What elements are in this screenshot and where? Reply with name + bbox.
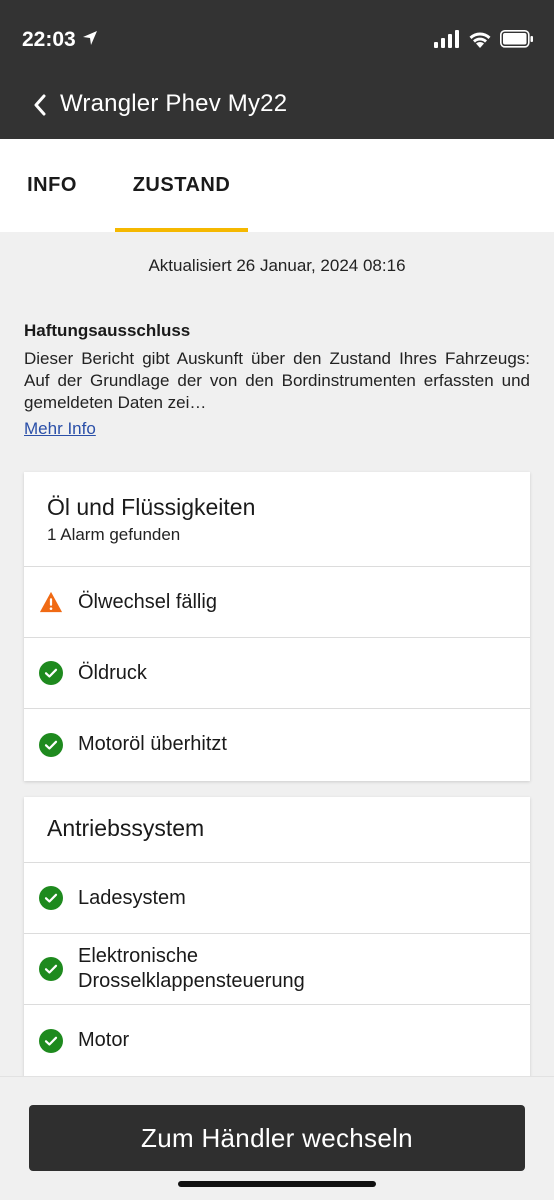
disclaimer-title: Haftungsausschluss [24,321,191,340]
status-icons [434,30,534,53]
section-card-drivetrain: Antriebssystem Ladesystem Elektronische … [24,797,530,1087]
section-card-oil-fluids: Öl und Flüssigkeiten 1 Alarm gefunden Öl… [24,472,530,781]
tab-zustand[interactable]: ZUSTAND [115,139,248,232]
section-alarm-count: 1 Alarm gefunden [47,525,181,544]
app-header: 22:03 Wrangler Phev My22 [0,0,554,139]
warning-triangle-icon [39,590,63,614]
status-row-label: Elektronische Drosselklappensteuerung [78,945,305,992]
wifi-icon [468,30,492,53]
check-circle-icon [39,957,63,981]
status-row-label: Ladesystem [78,886,186,909]
active-tab-indicator [115,228,248,232]
updated-timestamp: Aktualisiert 26 Januar, 2024 08:16 [148,256,406,275]
status-row-label: Motoröl überhitzt [78,733,227,755]
battery-icon [500,30,534,53]
tab-info[interactable]: INFO [10,139,94,232]
section-title: Öl und Flüssigkeiten [47,494,256,520]
check-circle-icon [39,732,63,757]
check-circle-icon [39,886,63,910]
status-row-label: Motor [78,1029,130,1051]
location-arrow-icon [82,28,98,52]
status-time-text: 22:03 [22,28,76,51]
status-row-throttle-control[interactable]: Elektronische Drosselklappensteuerung [24,934,530,1005]
more-info-link[interactable]: Mehr Info [24,419,96,439]
section-header: Antriebssystem [24,797,530,863]
status-row-label: Ölwechsel fällig [78,590,217,613]
check-circle-icon [39,661,63,685]
status-row-oil-overheat[interactable]: Motoröl überhitzt [24,709,530,780]
back-button[interactable] [30,92,50,122]
status-row-label: Öldruck [78,661,147,684]
status-row-engine[interactable]: Motor [24,1005,530,1076]
home-indicator [178,1181,376,1187]
signal-icon [434,30,460,53]
status-row-charging-system[interactable]: Ladesystem [24,863,530,934]
section-title: Antriebssystem [47,815,205,841]
status-row-oil-pressure[interactable]: Öldruck [24,638,530,709]
page-title: Wrangler Phev My22 [60,90,288,117]
disclaimer-text: Dieser Bericht gibt Auskunft über den Zu… [24,349,530,412]
tab-bar: INFO ZUSTAND [0,139,554,232]
chevron-left-icon [33,94,47,121]
status-row-oil-change[interactable]: Ölwechsel fällig [24,567,530,638]
status-time: 22:03 [22,28,98,52]
go-to-dealer-button[interactable]: Zum Händler wechseln [29,1105,525,1171]
check-circle-icon [39,1028,63,1053]
section-header: Öl und Flüssigkeiten 1 Alarm gefunden [24,472,530,567]
